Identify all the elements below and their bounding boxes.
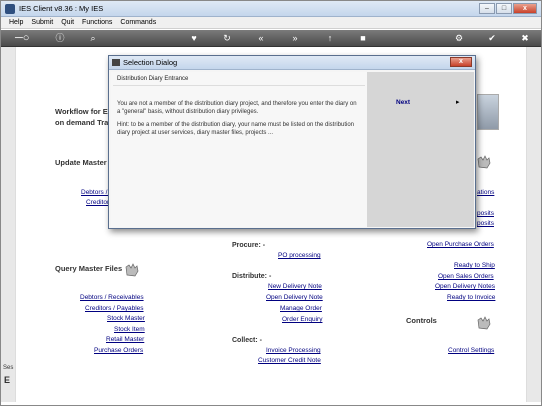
link-po-processing[interactable]: PO processing: [278, 252, 321, 259]
link-debtors-receivables[interactable]: Debtors / Receivables: [80, 294, 144, 301]
controls-heading: Controls: [406, 316, 437, 325]
up-icon[interactable]: ↑: [323, 32, 337, 45]
link-ready-to-ship[interactable]: Ready to Ship: [454, 262, 495, 269]
app-icon: [5, 4, 15, 14]
menu-bar: Help Submit Quit Functions Commands: [1, 17, 541, 29]
link-deposits-partial-2[interactable]: posits: [477, 220, 494, 227]
refresh-icon[interactable]: ↻: [220, 32, 234, 45]
link-stock-master[interactable]: Stock Master: [107, 315, 145, 322]
ok-icon[interactable]: ✔: [485, 32, 499, 45]
key-icon[interactable]: ─○: [15, 32, 29, 45]
link-open-delivery-notes[interactable]: Open Delivery Notes: [435, 283, 495, 290]
search-icon[interactable]: ⌕: [86, 32, 100, 45]
maximize-button[interactable]: □: [496, 3, 512, 14]
hand-icon: [123, 261, 141, 277]
menu-commands[interactable]: Commands: [120, 17, 156, 28]
dialog-heading: Distribution Diary Entrance: [117, 76, 189, 82]
selection-dialog: Selection Dialog x Distribution Diary En…: [108, 55, 476, 229]
link-order-enquiry[interactable]: Order Enquiry: [282, 316, 322, 323]
link-applications-partial[interactable]: ations: [477, 189, 494, 196]
link-control-settings[interactable]: Control Settings: [448, 347, 494, 354]
dialog-message: You are not a member of the distribution…: [117, 101, 357, 115]
distribute-heading: Distribute: -: [232, 273, 272, 280]
collect-heading: Collect: -: [232, 337, 262, 344]
main-window: IES Client v8.36 : My IES – □ x Help Sub…: [0, 0, 542, 406]
link-customer-credit-note[interactable]: Customer Credit Note: [258, 357, 321, 364]
right-margin: [527, 47, 541, 402]
link-stock-item[interactable]: Stock Item: [114, 326, 145, 333]
link-open-delivery-note[interactable]: Open Delivery Note: [266, 294, 323, 301]
dialog-message-panel: Distribution Diary Entrance You are not …: [111, 72, 367, 227]
link-ready-to-invoice[interactable]: Ready to Invoice: [447, 294, 495, 301]
window-title: IES Client v8.36 : My IES: [19, 4, 104, 13]
hand-icon: [475, 153, 493, 169]
toolbar: ─○ ⓘ ⌕ ♥ ↻ « » ↑ ■ ⚙ ✔ ✖: [1, 30, 541, 47]
dialog-icon: [112, 59, 120, 66]
link-retail-master[interactable]: Retail Master: [106, 336, 144, 343]
next-arrow-icon[interactable]: ▸: [456, 98, 460, 106]
bottom-label: E: [4, 375, 11, 385]
banner-image: [477, 94, 499, 130]
left-margin: [1, 47, 15, 402]
close-button[interactable]: x: [513, 3, 537, 14]
stop-icon[interactable]: ■: [356, 32, 370, 45]
dialog-title: Selection Dialog: [123, 58, 178, 67]
link-creditors-payables[interactable]: Creditors / Payables: [85, 305, 144, 312]
menu-submit[interactable]: Submit: [31, 17, 53, 28]
settings-icon[interactable]: ⚙: [452, 32, 466, 45]
update-master-heading: Update Master Fi: [55, 158, 116, 167]
next-button[interactable]: Next: [396, 99, 410, 106]
link-invoice-processing[interactable]: Invoice Processing: [266, 347, 321, 354]
session-label: Ses: [3, 365, 14, 371]
link-open-purchase-orders[interactable]: Open Purchase Orders: [427, 241, 494, 248]
dialog-hint: Hint: to be a member of the distribution…: [117, 122, 355, 136]
link-open-sales-orders[interactable]: Open Sales Orders: [438, 273, 494, 280]
hand-icon: [475, 314, 493, 330]
procure-heading: Procure: -: [232, 242, 266, 249]
dialog-title-bar: Selection Dialog x: [109, 56, 475, 70]
menu-functions[interactable]: Functions: [82, 17, 112, 28]
link-debtors-partial[interactable]: Debtors / I: [81, 189, 111, 196]
minimize-button[interactable]: –: [479, 3, 495, 14]
link-manage-order[interactable]: Manage Order: [280, 305, 322, 312]
link-new-delivery-note[interactable]: New Delivery Note: [268, 283, 322, 290]
title-bar: IES Client v8.36 : My IES – □ x: [1, 1, 541, 17]
help-icon[interactable]: ⓘ: [53, 32, 67, 45]
back-icon[interactable]: «: [254, 32, 268, 45]
dialog-close-button[interactable]: x: [450, 57, 472, 67]
link-deposits-partial-1[interactable]: posits: [477, 210, 494, 217]
menu-quit[interactable]: Quit: [61, 17, 74, 28]
dialog-action-panel: Next ▸: [367, 72, 474, 227]
query-master-heading: Query Master Files: [55, 264, 123, 273]
link-creditors-partial[interactable]: Creditor: [86, 199, 109, 206]
link-purchase-orders[interactable]: Purchase Orders: [94, 347, 143, 354]
menu-help[interactable]: Help: [9, 17, 23, 28]
forward-icon[interactable]: »: [288, 32, 302, 45]
heart-icon[interactable]: ♥: [187, 32, 201, 45]
dialog-divider: [113, 85, 365, 86]
close-icon[interactable]: ✖: [518, 32, 532, 45]
